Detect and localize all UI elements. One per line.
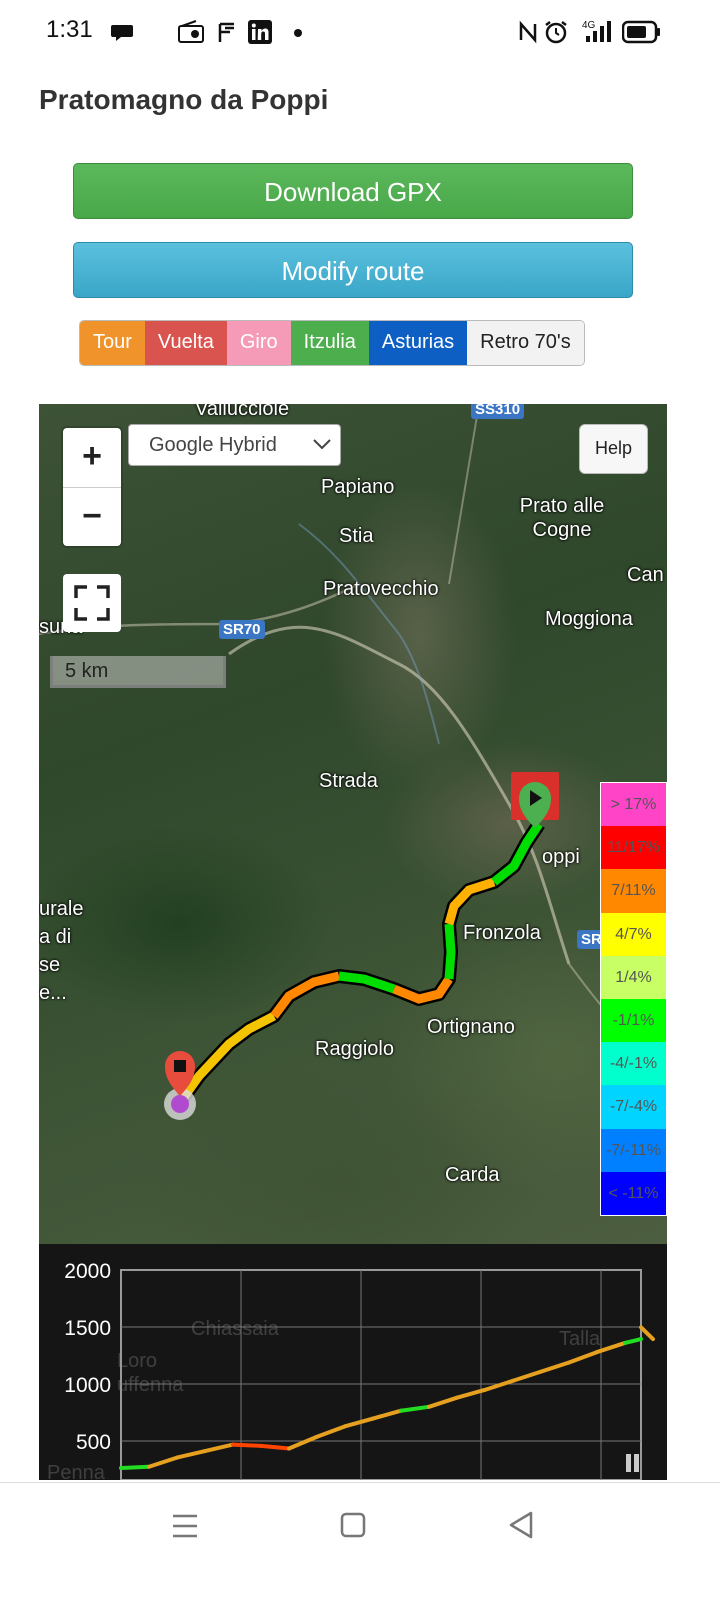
nfc-icon [519, 20, 537, 44]
elevation-segment [231, 1442, 263, 1448]
linkedin-icon [248, 20, 272, 44]
legend-item: > 17% [601, 783, 666, 827]
network-type: 4G [582, 20, 596, 31]
elevation-segment [259, 1443, 291, 1451]
elevation-segment [147, 1455, 179, 1469]
legend-item: -7/-11% [601, 1128, 666, 1172]
navigation-bar [0, 1482, 720, 1601]
dot-icon [294, 29, 302, 37]
gradient-legend: > 17% 11/17% 7/11% 4/7% 1/4% -1/1% -4/-1… [600, 782, 667, 1216]
chart-plot [119, 1269, 655, 1480]
signal-icon: 4G [582, 20, 611, 42]
elevation-segment [119, 1464, 151, 1471]
style-retro-button[interactable]: Retro 70's [467, 321, 584, 365]
elevation-segment [639, 1325, 655, 1342]
elevation-segment [343, 1416, 375, 1429]
legend-item: -4/-1% [601, 1042, 666, 1086]
radio-icon [178, 20, 204, 43]
page-title: Pratomagno da Poppi [39, 84, 329, 115]
legend-item: 11/17% [601, 826, 666, 870]
battery-icon [622, 20, 660, 44]
legend-item: -1/1% [601, 998, 666, 1043]
map-scale-bar: 5 km [50, 656, 226, 688]
map-scale-text: 5 km [65, 660, 109, 682]
chevron-down-icon [313, 439, 331, 450]
elevation-segment [483, 1378, 515, 1392]
end-marker-icon [164, 1051, 196, 1120]
elevation-segment [315, 1424, 347, 1439]
style-giro-button[interactable]: Giro [226, 321, 291, 365]
legend-item: 1/4% [601, 955, 666, 999]
start-marker-icon [511, 772, 559, 828]
alarm-icon [545, 21, 567, 44]
status-time: 1:31 [46, 16, 93, 43]
chat-bubble-icon [111, 25, 133, 41]
elevation-segment [511, 1369, 543, 1383]
elevation-segment [287, 1434, 319, 1451]
style-asturias-button[interactable]: Asturias [368, 321, 468, 365]
legend-item: -7/-4% [601, 1085, 666, 1129]
style-selector: Tour Vuelta Giro Itzulia Asturias Retro … [79, 320, 585, 366]
route-track [173, 820, 545, 1109]
help-button[interactable]: Help [579, 424, 648, 474]
map-layer-value: Google Hybrid [149, 434, 277, 456]
elevation-segment [539, 1360, 571, 1374]
elevation-series [119, 1325, 655, 1471]
back-icon[interactable] [508, 1511, 534, 1539]
status-bar: 1:31 4G [0, 0, 720, 64]
download-gpx-button[interactable]: Download GPX [73, 163, 633, 219]
zoom-controls: + − [63, 428, 121, 546]
elevation-segment [623, 1337, 643, 1345]
elevation-chart[interactable]: Chiassaia Loro uffenna Talla Penna 2000 … [39, 1244, 667, 1480]
app-f-icon [218, 22, 234, 42]
map-layer-select[interactable]: Google Hybrid [128, 424, 341, 466]
style-tour-button[interactable]: Tour [80, 321, 145, 365]
elevation-segment [399, 1404, 431, 1413]
chart-handle-icon[interactable] [625, 1454, 641, 1474]
map[interactable]: Vallucciole Papiano Stia Prato alle Cogn… [39, 404, 667, 1244]
style-vuelta-button[interactable]: Vuelta [144, 321, 227, 365]
elevation-segment [203, 1442, 235, 1454]
legend-item: 4/7% [601, 912, 666, 956]
fullscreen-button[interactable] [63, 574, 121, 632]
modify-route-button[interactable]: Modify route [73, 242, 633, 298]
plot-frame [120, 1269, 642, 1480]
zoom-out-button[interactable]: − [63, 488, 121, 547]
elevation-segment [175, 1449, 207, 1460]
fullscreen-icon [74, 585, 110, 621]
zoom-in-button[interactable]: + [63, 428, 121, 488]
legend-item: < -11% [601, 1171, 666, 1215]
legend-item: 7/11% [601, 869, 666, 913]
home-icon[interactable] [340, 1512, 366, 1538]
menu-icon[interactable] [172, 1513, 198, 1539]
elevation-segment [567, 1350, 599, 1365]
elevation-segment [371, 1408, 403, 1421]
style-itzulia-button[interactable]: Itzulia [290, 321, 369, 365]
elevation-segment [427, 1395, 459, 1409]
